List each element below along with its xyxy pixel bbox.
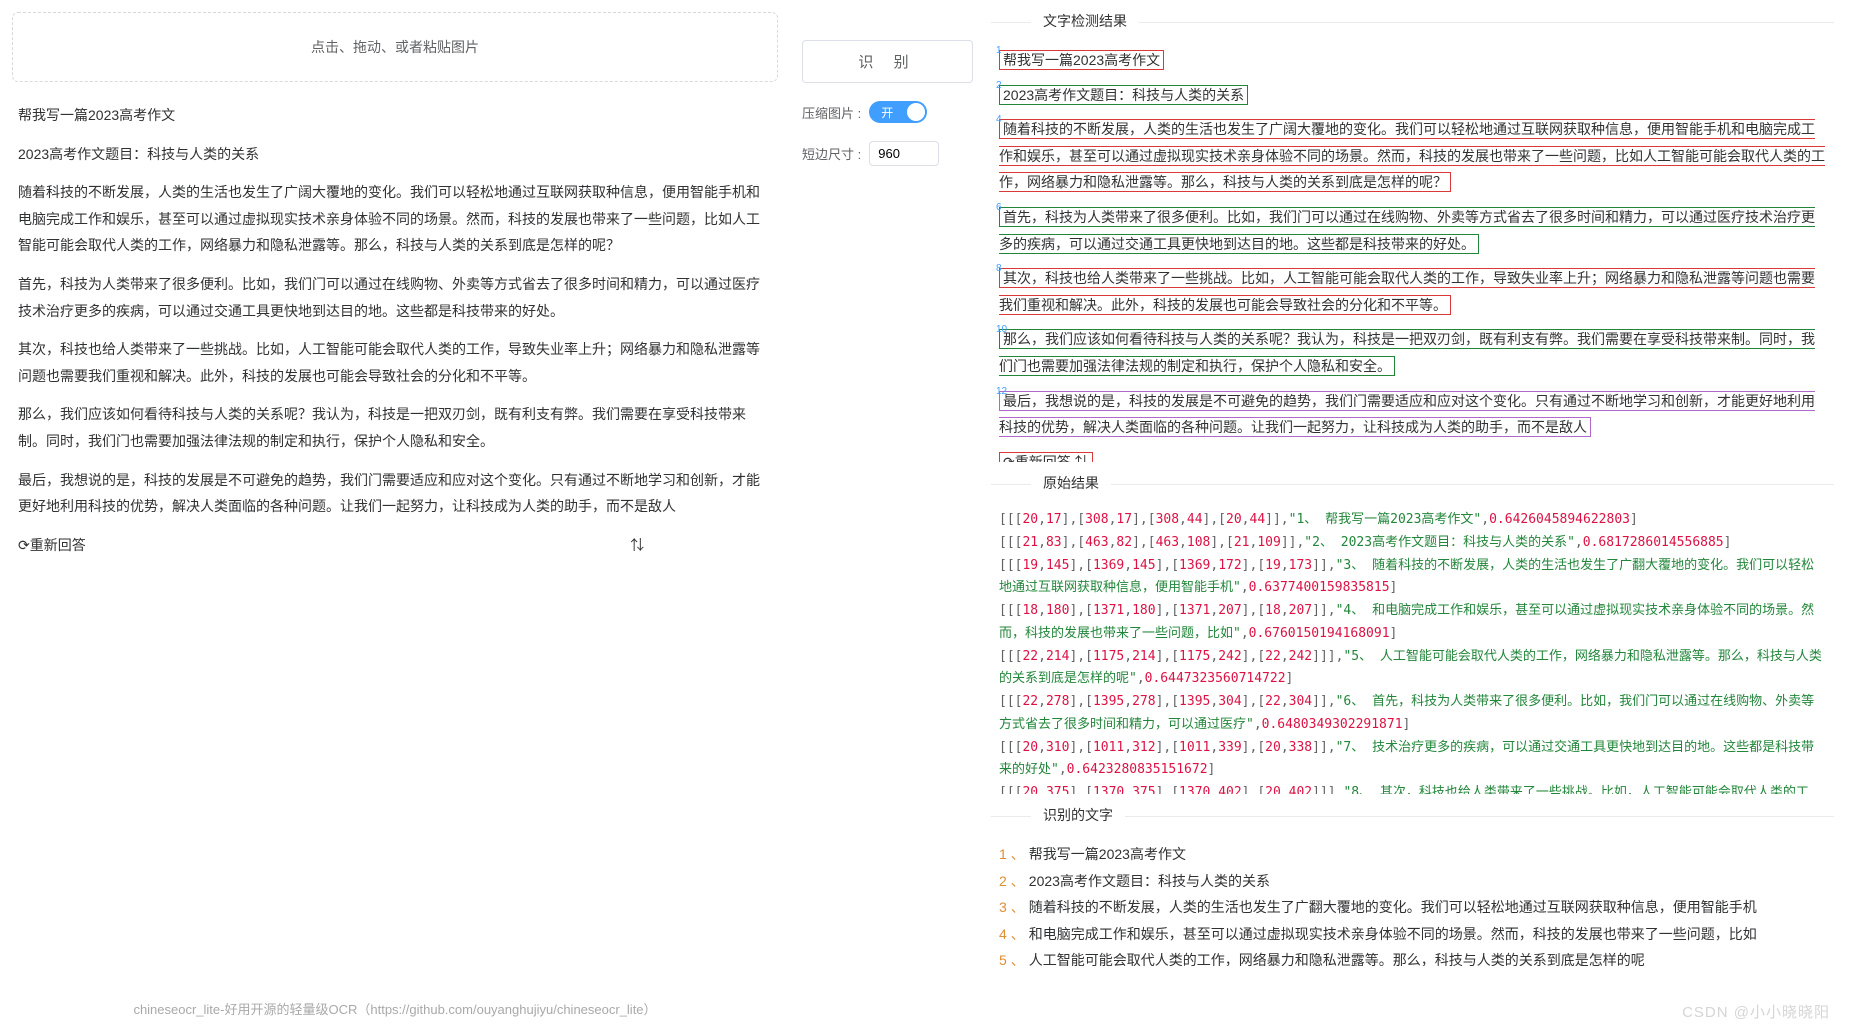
detection-index: 8 xyxy=(996,259,1002,278)
compress-switch[interactable]: 开 xyxy=(869,101,927,123)
detection-index: 6 xyxy=(996,198,1002,217)
detection-text: 最后，我想说的是，科技的发展是不可避免的趋势，我们门需要适应和应对这个变化。只有… xyxy=(999,391,1815,438)
raw-line: [[[19,145],[1369,145],[1369,172],[19,173… xyxy=(999,555,1826,601)
detection-body[interactable]: 1帮我写一篇2023高考作文22023高考作文题目：科技与人类的关系4随着科技的… xyxy=(991,22,1834,462)
recognize-button[interactable]: 识 别 xyxy=(802,40,973,83)
raw-line: [[[18,180],[1371,180],[1371,207],[18,207… xyxy=(999,600,1826,646)
recognized-line: 1、帮我写一篇2023高考作文 xyxy=(999,841,1826,868)
recognized-line: 2、2023高考作文题目：科技与人类的关系 xyxy=(999,868,1826,895)
text-title: 识别的文字 xyxy=(1031,805,1125,825)
detection-box: ⟳重新回答 xyxy=(999,449,1826,462)
detection-title: 文字检测结果 xyxy=(1031,11,1139,31)
text-section: 识别的文字 1、帮我写一篇2023高考作文2、2023高考作文题目：科技与人类的… xyxy=(991,816,1834,966)
raw-line: [[[21,83],[463,82],[463,108],[21,109]],"… xyxy=(999,532,1826,555)
text-body[interactable]: 1、帮我写一篇2023高考作文2、2023高考作文题目：科技与人类的关系3、随着… xyxy=(991,816,1834,966)
detection-box: 12最后，我想说的是，科技的发展是不可避免的趋势，我们门需要适应和应对这个变化。… xyxy=(999,388,1826,441)
controls-panel: 识 别 压缩图片 : 开 短边尺寸 : xyxy=(790,0,985,1036)
short-side-row: 短边尺寸 : xyxy=(802,141,973,166)
raw-line: [[[22,214],[1175,214],[1175,242],[22,242… xyxy=(999,646,1826,692)
preview-paragraph: ⟳重新回答 ⇅ xyxy=(18,532,772,559)
preview-paragraph: 最后，我想说的是，科技的发展是不可避免的趋势，我们门需要适应和应对这个变化。只有… xyxy=(18,467,772,520)
image-preview-text: 帮我写一篇2023高考作文 2023高考作文题目：科技与人类的关系随着科技的不断发… xyxy=(12,92,778,993)
detection-text: 其次，科技也给人类带来了一些挑战。比如，人工智能可能会取代人类的工作，导致失业率… xyxy=(999,268,1815,315)
dropzone-text: 点击、拖动、或者粘贴图片 xyxy=(311,37,479,57)
raw-section: 原始结果 [[[20,17],[308,17],[308,44],[20,44]… xyxy=(991,484,1834,794)
switch-text: 开 xyxy=(881,104,893,121)
preview-paragraph: 其次，科技也给人类带来了一些挑战。比如，人工智能可能会取代人类的工作，导致失业率… xyxy=(18,336,772,389)
right-panel: 文字检测结果 1帮我写一篇2023高考作文 22023高考作文题目：科技与人类的关… xyxy=(985,0,1852,1036)
raw-line: [[[20,17],[308,17],[308,44],[20,44]],"1、… xyxy=(999,509,1826,532)
detection-box: 4随着科技的不断发展，人类的生活也发生了广阔大覆地的变化。我们可以轻松地通过互联… xyxy=(999,116,1826,196)
detection-text: 首先，科技为人类带来了很多便利。比如，我们门可以通过在线购物、外卖等方式省去了很… xyxy=(999,207,1815,254)
preview-paragraph: 帮我写一篇2023高考作文 xyxy=(18,102,772,129)
preview-paragraph: 随着科技的不断发展，人类的生活也发生了广阔大覆地的变化。我们可以轻松地通过互联网… xyxy=(18,179,772,259)
detection-box: 10那么，我们应该如何看待科技与人类的关系呢？我认为，科技是一把双刃剑，既有利支… xyxy=(999,326,1826,379)
detection-index: 1 xyxy=(996,41,1002,60)
detection-box: 6首先，科技为人类带来了很多便利。比如，我们门可以通过在线购物、外卖等方式省去了… xyxy=(999,204,1826,257)
detection-text: 随着科技的不断发展，人类的生活也发生了广阔大覆地的变化。我们可以轻松地通过互联网… xyxy=(999,119,1825,192)
raw-line: [[[20,375],[1370,375],[1370,402],[20,402… xyxy=(999,782,1826,794)
preview-paragraph: 首先，科技为人类带来了很多便利。比如，我们门可以通过在线购物、外卖等方式省去了很… xyxy=(18,271,772,324)
detection-index: 2 xyxy=(996,76,1002,95)
footer-note: chineseocr_lite-好用开源的轻量级OCR（https://gith… xyxy=(12,993,778,1024)
detection-index: 4 xyxy=(996,110,1002,129)
compress-row: 压缩图片 : 开 xyxy=(802,101,973,123)
switch-knob xyxy=(907,103,925,121)
detection-box: 22023高考作文题目：科技与人类的关系 xyxy=(999,82,1826,109)
detection-section: 文字检测结果 1帮我写一篇2023高考作文22023高考作文题目：科技与人类的关… xyxy=(991,22,1834,462)
raw-line: [[[20,310],[1011,312],[1011,339],[20,338… xyxy=(999,737,1826,783)
recognized-line: 4、和电脑完成工作和娱乐，甚至可以通过虚拟现实技术亲身体验不同的场景。然而，科技… xyxy=(999,921,1826,948)
left-panel: 点击、拖动、或者粘贴图片 帮我写一篇2023高考作文 2023高考作文题目：科技与… xyxy=(0,0,790,1036)
detection-text: 帮我写一篇2023高考作文 xyxy=(999,50,1164,70)
detection-box: 1帮我写一篇2023高考作文 xyxy=(999,47,1826,74)
short-side-input[interactable] xyxy=(869,141,939,166)
compress-label: 压缩图片 : xyxy=(802,103,861,122)
detection-box: 8其次，科技也给人类带来了一些挑战。比如，人工智能可能会取代人类的工作，导致失业… xyxy=(999,265,1826,318)
recognized-line: 3、随着科技的不断发展，人类的生活也发生了广翻大覆地的变化。我们可以轻松地通过互… xyxy=(999,894,1826,921)
detection-text: 那么，我们应该如何看待科技与人类的关系呢？我认为，科技是一把双刃剑，既有利支有弊… xyxy=(999,329,1815,376)
short-side-label: 短边尺寸 : xyxy=(802,144,861,163)
detection-text: 2023高考作文题目：科技与人类的关系 xyxy=(999,85,1248,105)
raw-title: 原始结果 xyxy=(1031,473,1111,493)
preview-paragraph: 那么，我们应该如何看待科技与人类的关系呢？我认为，科技是一把双刃剑，既有利支有弊… xyxy=(18,401,772,454)
detection-index: 12 xyxy=(996,382,1007,401)
raw-line: [[[22,278],[1395,278],[1395,304],[22,304… xyxy=(999,691,1826,737)
detection-text: ⟳重新回答 xyxy=(999,452,1093,462)
image-dropzone[interactable]: 点击、拖动、或者粘贴图片 xyxy=(12,12,778,82)
recognized-line: 5、人工智能可能会取代人类的工作，网络暴力和隐私泄露等。那么，科技与人类的关系到… xyxy=(999,947,1826,966)
preview-paragraph: 2023高考作文题目：科技与人类的关系 xyxy=(18,141,772,168)
detection-index: 10 xyxy=(996,320,1007,339)
raw-body[interactable]: [[[20,17],[308,17],[308,44],[20,44]],"1、… xyxy=(991,484,1834,794)
